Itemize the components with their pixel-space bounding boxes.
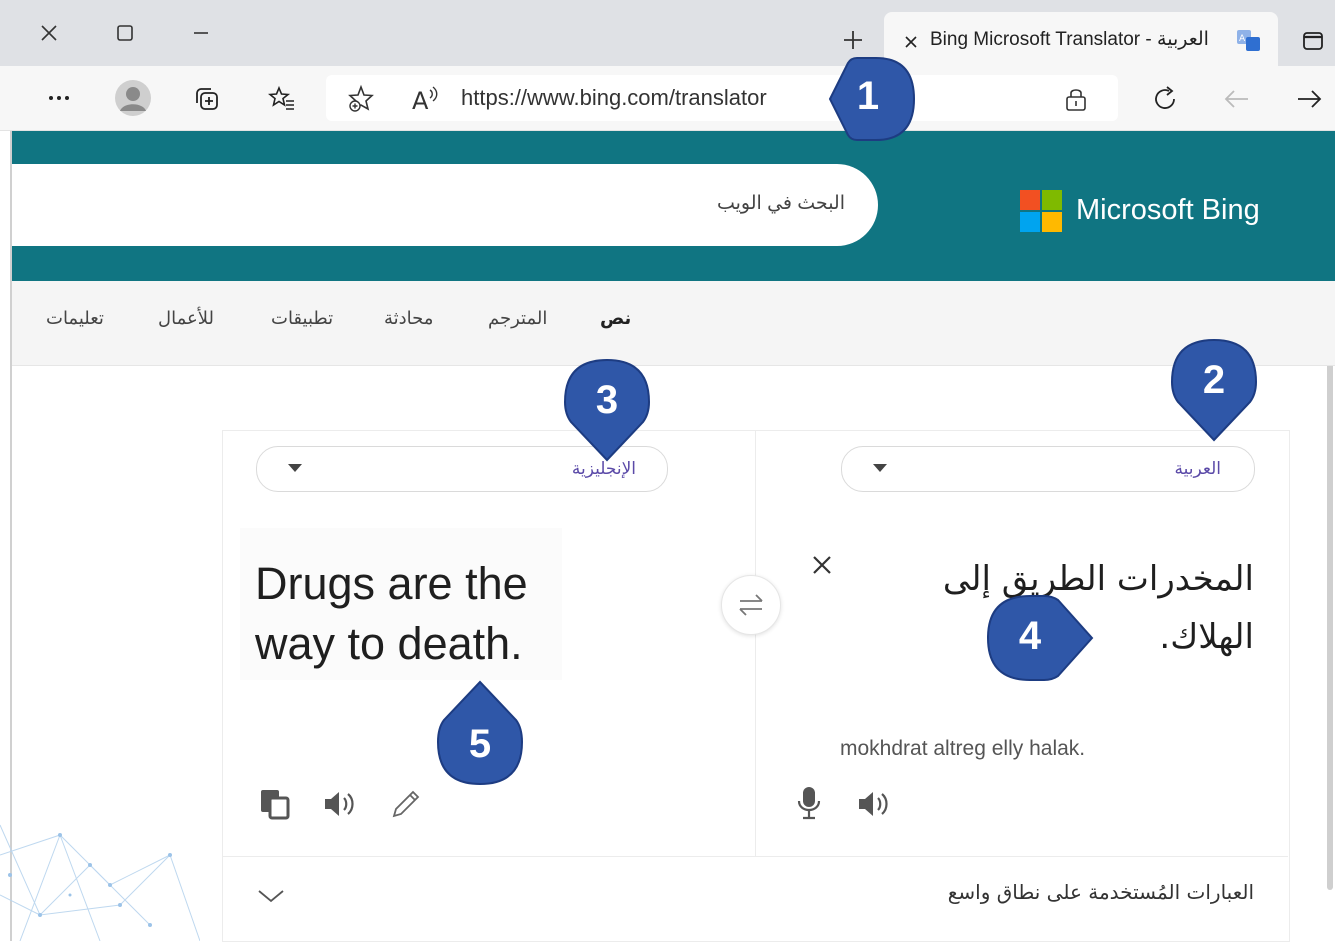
pencil-icon[interactable]	[388, 786, 424, 822]
callout-5: 5	[436, 680, 524, 786]
nav-text[interactable]: نص	[600, 308, 631, 329]
url-text[interactable]: https://www.bing.com/translator	[461, 85, 767, 111]
panel-divider	[755, 430, 756, 856]
back-icon[interactable]	[1222, 85, 1252, 113]
callout-1: 1	[810, 56, 916, 142]
swap-icon	[739, 594, 763, 616]
add-favorite-icon[interactable]	[346, 84, 376, 114]
window-icon[interactable]	[1300, 28, 1326, 54]
tab-close-icon[interactable]	[900, 31, 922, 53]
svg-text:A: A	[412, 87, 429, 114]
maximize-icon[interactable]	[112, 20, 138, 46]
microsoft-logo-icon[interactable]	[1020, 190, 1062, 232]
nav-apps[interactable]: تطبيقات	[271, 308, 333, 329]
profile-icon[interactable]	[115, 80, 151, 116]
clear-text-icon[interactable]	[809, 552, 835, 578]
callout-2: 2	[1170, 338, 1258, 442]
favorites-icon[interactable]	[267, 85, 296, 113]
tab-title: Bing Microsoft Translator - العربية	[930, 29, 1209, 50]
phrases-divider	[222, 856, 1288, 857]
translated-text: Drugs are the way to death.	[240, 528, 562, 680]
svg-text:A: A	[1239, 34, 1246, 44]
phrases-section-label[interactable]: العبارات المُستخدمة على نطاق واسع	[760, 880, 1254, 904]
search-input-placeholder[interactable]: البحث في الويب	[560, 192, 845, 215]
copy-icon[interactable]	[258, 787, 292, 821]
callout-3: 3	[563, 358, 651, 462]
speaker-icon[interactable]	[322, 787, 358, 821]
chevron-down-icon[interactable]	[256, 886, 286, 906]
nav-business[interactable]: للأعمال	[158, 308, 214, 329]
transliteration: mokhdrat altreg elly halak.	[840, 737, 1086, 760]
target-language-label[interactable]: الإنجليزية	[520, 459, 636, 479]
bing-logo-text[interactable]: Microsoft Bing	[1076, 194, 1260, 227]
close-window-icon[interactable]	[36, 20, 62, 46]
lock-icon[interactable]	[1064, 86, 1088, 112]
new-tab-icon[interactable]	[840, 27, 866, 53]
more-icon[interactable]	[44, 86, 74, 110]
microphone-icon[interactable]	[795, 785, 823, 821]
forward-icon[interactable]	[1294, 85, 1324, 113]
nav-translator[interactable]: المترجم	[488, 308, 547, 329]
chevron-down-icon[interactable]	[873, 464, 887, 472]
nav-conversation[interactable]: محادثة	[384, 308, 433, 329]
speaker-icon[interactable]	[856, 787, 892, 821]
nav-help[interactable]: تعليمات	[46, 308, 104, 329]
collections-icon[interactable]	[193, 85, 221, 113]
source-language-label[interactable]: العربية	[1100, 459, 1221, 479]
swap-languages-button[interactable]	[721, 575, 781, 635]
network-decoration	[0, 824, 200, 941]
translate-favicon: A	[1236, 28, 1262, 54]
callout-4: 4	[986, 594, 1096, 682]
chevron-down-icon[interactable]	[288, 464, 302, 472]
translator-panel	[222, 430, 1290, 942]
read-aloud-icon[interactable]: A	[410, 84, 440, 115]
refresh-icon[interactable]	[1150, 84, 1180, 114]
minimize-icon[interactable]	[188, 20, 214, 46]
